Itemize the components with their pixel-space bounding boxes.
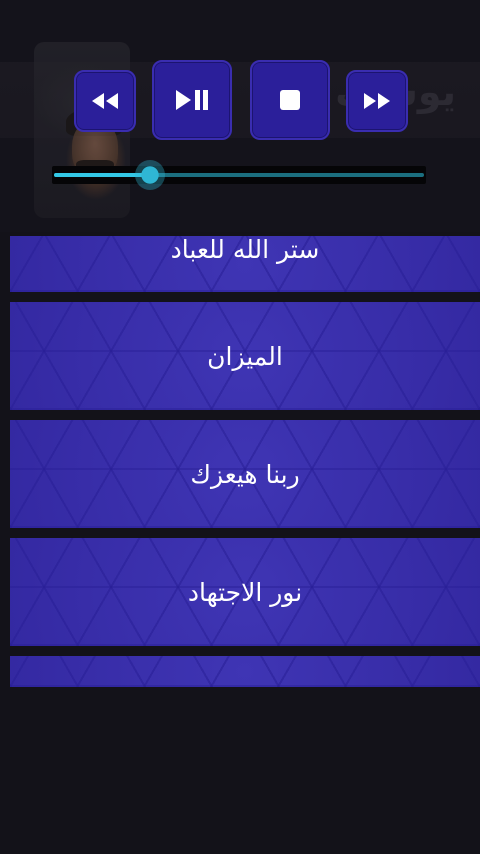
fast-forward-button[interactable]: [346, 70, 408, 132]
track-item[interactable]: ربنا هيعزك: [10, 420, 480, 528]
track-title: الميزان: [207, 341, 283, 371]
stop-button[interactable]: [250, 60, 330, 140]
rewind-button[interactable]: [74, 70, 136, 132]
rewind-icon: [92, 93, 118, 109]
track-item[interactable]: [10, 656, 480, 687]
track-title: ربنا هيعزك: [190, 459, 300, 489]
fast-forward-icon: [364, 93, 390, 109]
track-item[interactable]: ستر الله للعباد: [10, 236, 480, 292]
seek-bar[interactable]: [52, 160, 426, 190]
play-pause-icon: [176, 90, 208, 110]
app-screen: يوسف: [0, 0, 480, 854]
seek-thumb[interactable]: [135, 160, 165, 190]
player-header: يوسف: [0, 0, 480, 232]
track-title: نور الاجتهاد: [187, 577, 303, 607]
track-item[interactable]: الميزان: [10, 302, 480, 410]
stop-icon: [280, 90, 300, 110]
track-title: ستر الله للعباد: [170, 236, 320, 264]
track-item[interactable]: نور الاجتهاد: [10, 538, 480, 646]
play-pause-button[interactable]: [152, 60, 232, 140]
